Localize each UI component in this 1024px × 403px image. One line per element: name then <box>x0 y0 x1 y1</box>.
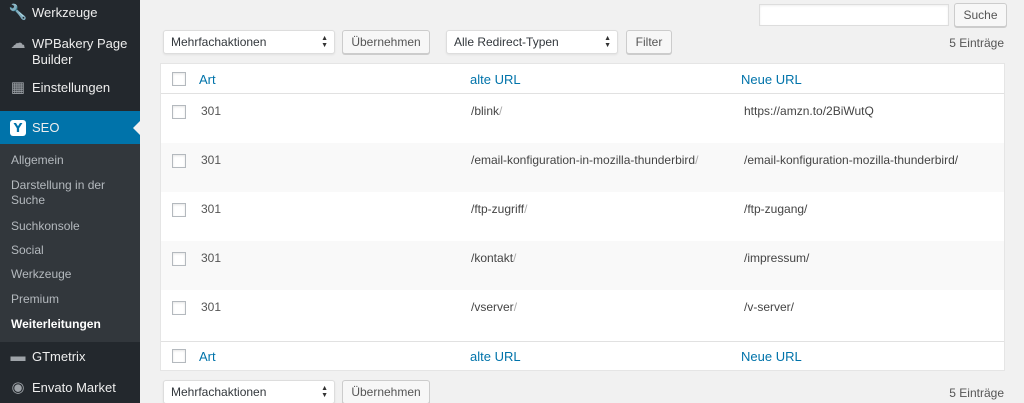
admin-sidebar: 🔧 Werkzeuge ☁ WPBakery Page Builder ▦ Ei… <box>0 0 141 403</box>
menu-item-label-line2: Builder <box>32 52 73 67</box>
current-menu-arrow <box>133 120 141 136</box>
menu-item-label: Envato Market <box>32 380 116 395</box>
table-row: 301 /blink/ https://amzn.to/2BiWutQ <box>161 94 1004 143</box>
row-checkbox[interactable] <box>172 154 186 168</box>
old-url[interactable]: /kontakt/ <box>471 251 516 265</box>
column-footer-alte-url[interactable]: alte URL <box>470 349 521 364</box>
seo-submenu: Allgemein Darstellung in der Suche Suchk… <box>0 144 140 342</box>
menu-item-seo[interactable]: Y SEO <box>0 111 141 145</box>
menu-item-label: Einstellungen <box>32 80 111 95</box>
row-checkbox[interactable] <box>172 203 186 217</box>
redirect-type-value: Alle Redirect-Typen <box>454 35 559 49</box>
column-footer-art[interactable]: Art <box>199 349 216 364</box>
table-header: Art alte URL Neue URL <box>161 64 1004 94</box>
old-url-path: /ftp-zugriff <box>471 202 525 216</box>
item-count-bottom: 5 Einträge <box>949 386 1004 400</box>
table-row: 301 /vserver/ /v-server/ <box>161 290 1004 339</box>
row-checkbox[interactable] <box>172 252 186 266</box>
menu-item-einstellungen[interactable]: ▦ Einstellungen <box>0 78 140 98</box>
trailing-slash: / <box>695 153 699 167</box>
search-button[interactable]: Suche <box>954 3 1007 27</box>
select-arrows-icon: ▲ ▼ <box>321 35 328 49</box>
bulk-actions-value: Mehrfachaktionen <box>171 35 267 49</box>
redirect-type: 301 <box>201 153 222 167</box>
old-url-path: /kontakt <box>471 251 514 265</box>
new-url[interactable]: /email-konfiguration-mozilla-thunderbird… <box>744 153 958 167</box>
redirect-type: 301 <box>201 202 222 216</box>
settings-sliders-icon: ▦ <box>10 79 26 96</box>
submenu-label-line1: Darstellung in der <box>11 178 106 192</box>
menu-item-label: GTmetrix <box>32 349 86 364</box>
apply-button-bottom[interactable]: Übernehmen <box>342 380 430 403</box>
new-url[interactable]: /v-server/ <box>744 300 794 314</box>
new-url[interactable]: /ftp-zugang/ <box>744 202 807 216</box>
trailing-slash: / <box>524 202 528 216</box>
table-row: 301 /ftp-zugriff/ /ftp-zugang/ <box>161 192 1004 241</box>
submenu-item-werkzeuge[interactable]: Werkzeuge <box>11 267 131 282</box>
bulk-actions-select-top[interactable]: Mehrfachaktionen ▲ ▼ <box>163 30 335 54</box>
redirects-table: Art alte URL Neue URL 301 /blink/ https:… <box>160 63 1005 371</box>
apply-button-top[interactable]: Übernehmen <box>342 30 430 54</box>
old-url[interactable]: /vserver/ <box>471 300 517 314</box>
select-all-checkbox[interactable] <box>172 72 186 86</box>
column-footer-neue-url[interactable]: Neue URL <box>741 349 802 364</box>
redirect-type: 301 <box>201 251 222 265</box>
menu-item-label: SEO <box>32 120 60 135</box>
redirect-type-select[interactable]: Alle Redirect-Typen ▲ ▼ <box>446 30 618 54</box>
submenu-label-line2: Suche <box>11 193 46 207</box>
submenu-item-allgemein[interactable]: Allgemein <box>11 153 131 168</box>
menu-item-werkzeuge[interactable]: 🔧 Werkzeuge <box>0 3 140 23</box>
column-header-alte-url[interactable]: alte URL <box>470 72 521 87</box>
redirect-type: 301 <box>201 104 222 118</box>
row-checkbox[interactable] <box>172 105 186 119</box>
bulk-actions-select-bottom[interactable]: Mehrfachaktionen ▲ ▼ <box>163 380 335 403</box>
trailing-slash: / <box>513 251 517 265</box>
table-footer: Art alte URL Neue URL <box>161 341 1004 370</box>
column-header-art[interactable]: Art <box>199 72 216 87</box>
yoast-icon: Y <box>8 118 28 138</box>
table-row: 301 /kontakt/ /impressum/ <box>161 241 1004 290</box>
column-header-neue-url[interactable]: Neue URL <box>741 72 802 87</box>
submenu-item-social[interactable]: Social <box>11 243 131 258</box>
trailing-slash: / <box>499 104 503 118</box>
envato-fingerprint-icon: ◉ <box>11 379 25 396</box>
search-input[interactable] <box>759 4 949 26</box>
select-arrows-icon: ▲ ▼ <box>321 385 328 399</box>
item-count-top: 5 Einträge <box>949 36 1004 50</box>
wrench-icon: 🔧 <box>8 4 28 21</box>
menu-item-label: Werkzeuge <box>32 5 98 20</box>
submenu-item-darstellung[interactable]: Darstellung in der Suche <box>11 178 131 208</box>
gtmetrix-icon: ▬ <box>10 348 26 365</box>
new-url[interactable]: /impressum/ <box>744 251 809 265</box>
old-url[interactable]: /blink/ <box>471 104 502 118</box>
old-url[interactable]: /email-konfiguration-in-mozilla-thunderb… <box>471 153 698 167</box>
menu-item-gtmetrix[interactable]: ▬ GTmetrix <box>0 347 140 367</box>
trailing-slash: / <box>513 300 518 314</box>
table-row: 301 /email-konfiguration-in-mozilla-thun… <box>161 143 1004 192</box>
old-url-path: /vserver <box>471 300 514 314</box>
redirect-type: 301 <box>201 300 222 314</box>
old-url-path: /email-konfiguration-in-mozilla-thunderb… <box>471 153 696 167</box>
select-all-checkbox-footer[interactable] <box>172 349 186 363</box>
submenu-item-premium[interactable]: Premium <box>11 292 131 307</box>
bulk-actions-value: Mehrfachaktionen <box>171 385 267 399</box>
menu-item-envato[interactable]: ◉ Envato Market <box>0 378 140 398</box>
filter-button[interactable]: Filter <box>626 30 672 54</box>
menu-item-wpbakery[interactable]: ☁ WPBakery Page Builder <box>0 34 140 68</box>
menu-item-label-line1: WPBakery Page <box>32 36 128 51</box>
submenu-item-weiterleitungen[interactable]: Weiterleitungen <box>11 317 131 332</box>
select-arrows-icon: ▲ ▼ <box>604 35 611 49</box>
yoast-badge: Y <box>10 120 26 136</box>
row-checkbox[interactable] <box>172 301 186 315</box>
old-url-path: /blink <box>471 104 500 118</box>
wpbakery-cloud-icon: ☁ <box>10 35 26 52</box>
new-url[interactable]: https://amzn.to/2BiWutQ <box>744 104 874 118</box>
old-url[interactable]: /ftp-zugriff/ <box>471 202 527 216</box>
submenu-item-suchkonsole[interactable]: Suchkonsole <box>11 219 131 234</box>
